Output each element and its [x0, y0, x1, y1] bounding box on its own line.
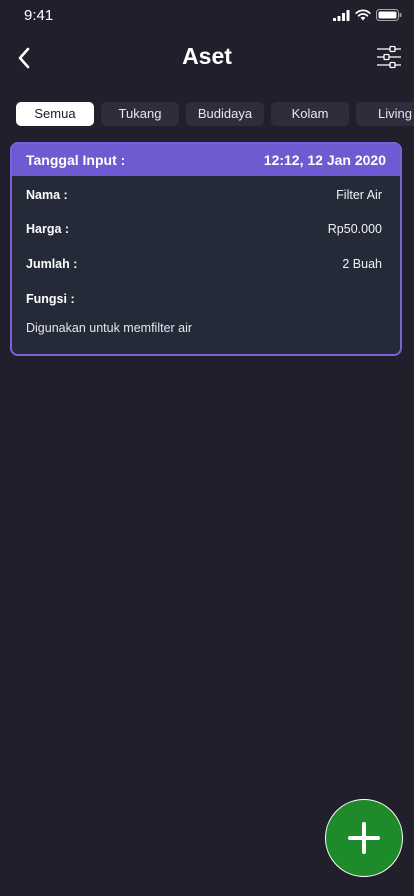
page-title: Aset	[182, 43, 232, 69]
screen: 9:41 Aset Semua Tukang Budidaya Kolam Li…	[0, 0, 414, 896]
plus-icon	[348, 822, 380, 854]
field-value: Filter Air	[336, 188, 382, 202]
card-header: Tanggal Input : 12:12, 12 Jan 2020	[12, 144, 400, 176]
field-row-nama: Nama : Filter Air	[26, 188, 382, 206]
field-row-fungsi: Fungsi :	[26, 292, 382, 310]
field-label: Fungsi :	[26, 292, 75, 306]
field-label: Nama :	[26, 188, 68, 202]
status-bar: 9:41	[0, 0, 414, 32]
tab-tukang[interactable]: Tukang	[101, 102, 179, 126]
category-tabs: Semua Tukang Budidaya Kolam Living	[16, 102, 414, 126]
field-value: 2 Buah	[342, 257, 382, 271]
field-row-harga: Harga : Rp50.000	[26, 222, 382, 240]
input-date-label: Tanggal Input :	[26, 152, 126, 168]
asset-card[interactable]: Tanggal Input : 12:12, 12 Jan 2020 Nama …	[10, 142, 402, 356]
field-label: Harga :	[26, 222, 70, 236]
add-asset-button[interactable]	[325, 799, 403, 877]
function-description: Digunakan untuk memfilter air	[26, 321, 193, 335]
field-label: Jumlah :	[26, 257, 78, 271]
tab-budidaya[interactable]: Budidaya	[186, 102, 264, 126]
field-row-jumlah: Jumlah : 2 Buah	[26, 257, 382, 275]
filter-sliders-icon	[377, 45, 401, 69]
status-icons	[333, 9, 402, 21]
tab-semua[interactable]: Semua	[16, 102, 94, 126]
header: Aset	[0, 38, 414, 78]
tab-living[interactable]: Living	[356, 102, 414, 126]
tab-kolam[interactable]: Kolam	[271, 102, 349, 126]
wifi-icon	[355, 9, 371, 21]
input-date-value: 12:12, 12 Jan 2020	[263, 152, 386, 168]
status-time: 9:41	[24, 7, 54, 24]
signal-icon	[333, 9, 350, 21]
field-value: Rp50.000	[327, 222, 382, 236]
battery-icon	[376, 9, 402, 21]
filter-button[interactable]	[376, 44, 402, 70]
